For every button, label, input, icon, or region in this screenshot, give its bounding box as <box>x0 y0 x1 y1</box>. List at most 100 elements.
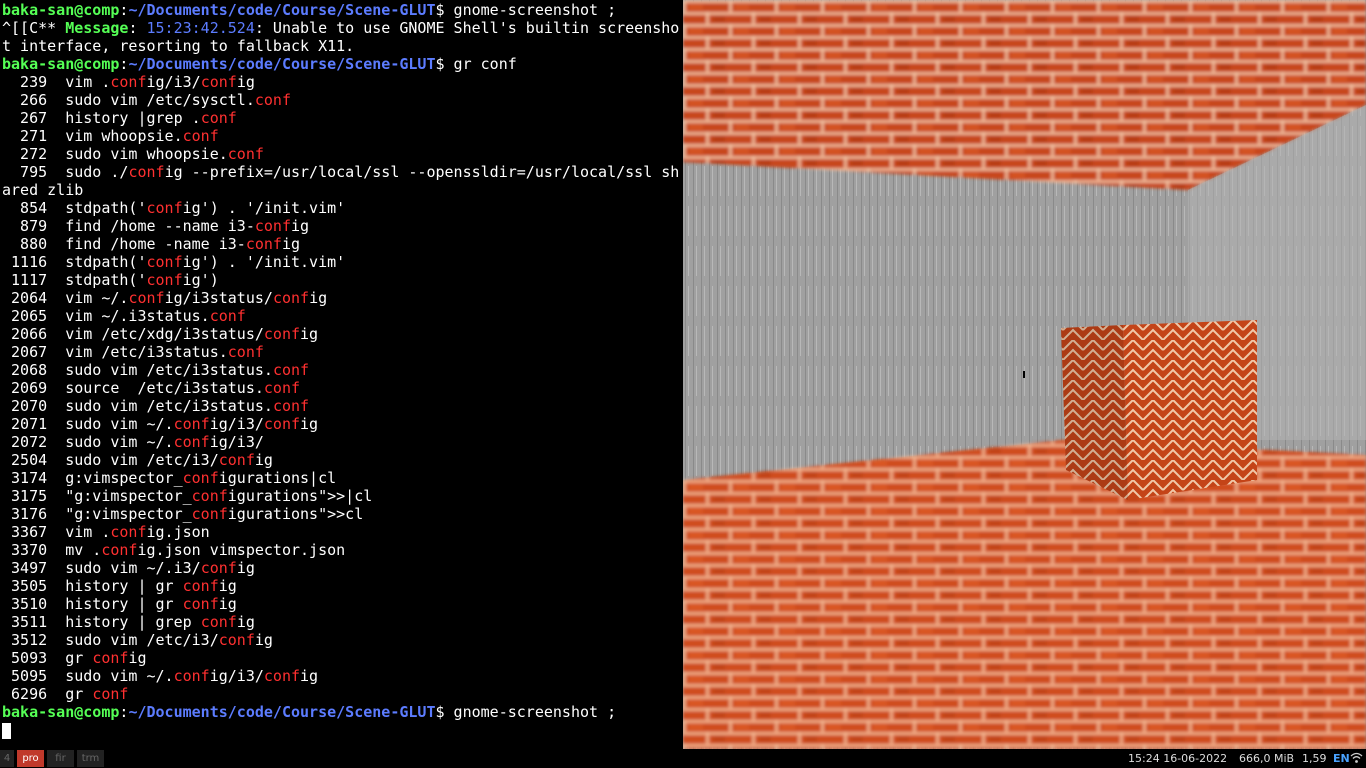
history-number: 2070 <box>2 397 66 415</box>
history-number: 2072 <box>2 433 66 451</box>
history-line: 3176 "g:vimspector_configurations">>cl <box>2 505 363 523</box>
history-number: 5095 <box>2 667 66 685</box>
message-line: ^[[C** Message: 15:23:42.524: Unable to … <box>2 19 679 37</box>
grep-match-highlight: conf <box>218 631 255 649</box>
grep-match-highlight: conf <box>146 253 183 271</box>
history-command-text: stdpath(' <box>65 253 147 271</box>
message-colon: : <box>128 19 147 37</box>
history-line: 3174 g:vimspector_configurations|cl <box>2 469 336 487</box>
history-line: 267 history |grep .conf <box>2 109 237 127</box>
history-line: 2065 vim ~/.i3status.conf <box>2 307 246 325</box>
history-command-text: sudo vim /etc/i3status. <box>65 361 273 379</box>
history-command-text: sudo vim ~/.i3/ <box>65 559 201 577</box>
history-line: 2069 source /etc/i3status.conf <box>2 379 300 397</box>
history-line: 266 sudo vim /etc/sysctl.conf <box>2 91 291 109</box>
prompt-path: ~/Documents/code/Course/Scene-GLUT <box>128 703 436 721</box>
scene-render <box>683 0 1366 749</box>
history-line: 3367 vim .config.json <box>2 523 210 541</box>
keyboard-layout[interactable]: EN <box>1333 751 1350 766</box>
history-line: 3512 sudo vim /etc/i3/config <box>2 631 273 649</box>
grep-match-highlight: conf <box>128 289 165 307</box>
history-number: 2065 <box>2 307 66 325</box>
history-line: 879 find /home --name i3-config <box>2 217 309 235</box>
wifi-icon <box>1350 752 1363 767</box>
message-label: Message <box>65 19 129 37</box>
history-command-text: igurations">>cl <box>227 505 364 523</box>
command-text: gnome-screenshot ; <box>453 1 617 19</box>
workspace-button[interactable]: 4 <box>0 750 14 767</box>
history-line: 1117 stdpath('config') <box>2 271 219 289</box>
history-command-text: ig <box>236 613 255 631</box>
history-command-text: igurations|cl <box>218 469 337 487</box>
history-command-text: mv . <box>65 541 102 559</box>
history-number: 3511 <box>2 613 66 631</box>
opengl-scene-window[interactable] <box>683 0 1366 749</box>
grep-match-highlight: conf <box>182 577 219 595</box>
input-line[interactable] <box>2 721 11 739</box>
history-command-text: sudo vim ~/. <box>65 433 174 451</box>
history-number: 1117 <box>2 271 66 289</box>
history-number: 2504 <box>2 451 66 469</box>
grep-match-highlight: conf <box>263 415 301 433</box>
history-command-text: ig.json <box>146 523 210 541</box>
history-number: 879 <box>2 217 66 235</box>
box-front-face <box>1123 320 1257 500</box>
memory-usage: 666,0 MiB <box>1239 752 1295 765</box>
message-time: 15:23:42.524 <box>146 19 255 37</box>
history-command-text: ig.json vimspector.json <box>137 541 346 559</box>
grep-match-highlight: conf <box>200 559 237 577</box>
history-number: 3510 <box>2 595 66 613</box>
history-line: 272 sudo vim whoopsie.conf <box>2 145 264 163</box>
grep-match-highlight: conf <box>254 91 291 109</box>
workspace-button[interactable]: fir <box>47 750 74 767</box>
history-command-text: ig') . '/init.vim' <box>182 199 346 217</box>
history-line: 2068 sudo vim /etc/i3status.conf <box>2 361 309 379</box>
message-prefix: ^[[C** <box>2 19 66 37</box>
grep-match-highlight: conf <box>272 289 310 307</box>
history-command-text: vim /etc/xdg/i3status/ <box>65 325 264 343</box>
crosshair-cursor <box>1023 371 1025 378</box>
history-command-text: sudo ./ <box>65 163 129 181</box>
history-number: 2066 <box>2 325 66 343</box>
grep-match-highlight: conf <box>92 649 129 667</box>
command-text: gnome-screenshot ; <box>453 703 617 721</box>
grep-match-highlight: conf <box>146 271 183 289</box>
history-command-text: sudo vim /etc/i3/ <box>65 451 219 469</box>
status-bar: 4 pro fir trm 15:24 16-06-2022 666,0 MiB 1,… <box>0 749 1366 768</box>
history-line: 3510 history | gr config <box>2 595 237 613</box>
history-command-text: ig <box>309 289 328 307</box>
history-command-text: ig/i3/ <box>209 433 264 451</box>
history-number: 6296 <box>2 685 66 703</box>
grep-match-highlight: conf <box>200 73 237 91</box>
grep-match-highlight: conf <box>272 361 310 379</box>
grep-match-highlight: conf <box>272 397 310 415</box>
history-command-text: history | gr <box>65 577 183 595</box>
history-command-text: sudo vim whoopsie. <box>65 145 228 163</box>
history-number: 266 <box>2 91 66 109</box>
history-command-text: stdpath(' <box>65 271 147 289</box>
history-command-text: sudo vim ~/. <box>65 667 174 685</box>
prompt-user: baka-san@comp <box>2 703 120 721</box>
history-number: 3512 <box>2 631 66 649</box>
history-number: 2071 <box>2 415 66 433</box>
history-number: 3505 <box>2 577 66 595</box>
history-command-text: ig <box>300 325 319 343</box>
history-line: 239 vim .config/i3/config <box>2 73 255 91</box>
terminal-window[interactable]: baka-san@comp: ~/Documents/code/Course/Sc… <box>0 0 683 749</box>
grep-match-highlight: conf <box>146 199 183 217</box>
history-number: 3367 <box>2 523 66 541</box>
history-line: 2072 sudo vim ~/.config/i3/ <box>2 433 264 451</box>
prompt-user: baka-san@comp <box>2 55 120 73</box>
history-line: 5095 sudo vim ~/.config/i3/config <box>2 667 318 685</box>
history-command-text: ig') . '/init.vim' <box>182 253 346 271</box>
grep-match-highlight: conf <box>173 433 210 451</box>
workspace-button[interactable]: trm <box>77 750 104 767</box>
history-line: 854 stdpath('config') . '/init.vim' <box>2 199 345 217</box>
history-command-text: gr <box>65 685 93 703</box>
history-number: 880 <box>2 235 66 253</box>
history-command-text: ig <box>236 73 255 91</box>
workspace-button[interactable]: pro <box>17 750 44 767</box>
history-command-text: sudo vim /etc/i3/ <box>65 631 219 649</box>
grep-match-highlight: conf <box>182 127 219 145</box>
text-cursor <box>2 722 11 739</box>
